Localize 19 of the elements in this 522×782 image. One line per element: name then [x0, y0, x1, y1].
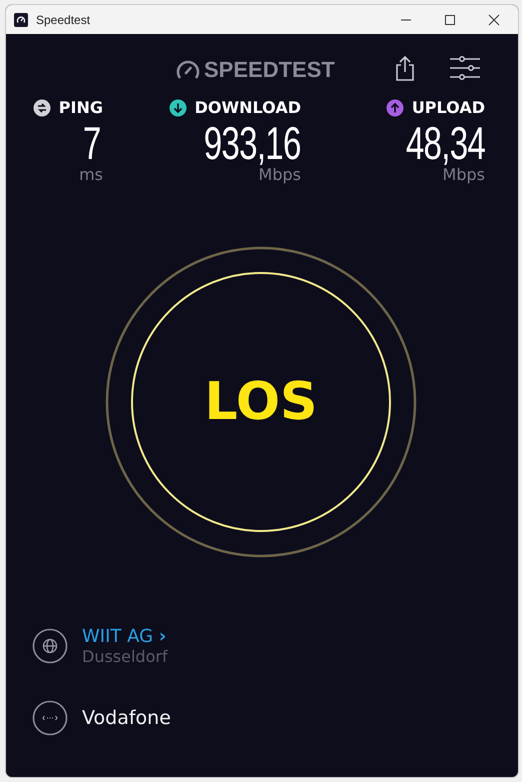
server-link[interactable]: WIIT AG ›: [82, 626, 168, 647]
window-title: Speedtest: [36, 12, 90, 26]
share-icon[interactable]: [394, 55, 415, 81]
logo-text: SPEEDTEST: [204, 57, 335, 83]
settings-icon[interactable]: [448, 56, 481, 80]
connection-icon: [32, 700, 68, 736]
upload-icon: [386, 98, 404, 116]
metric-label: DOWNLOAD: [194, 98, 301, 117]
metric-label: UPLOAD: [412, 98, 485, 117]
server-location: Dusseldorf: [82, 647, 168, 666]
close-button[interactable]: [488, 14, 500, 26]
provider-name: Vodafone: [82, 707, 171, 729]
app-icon: [14, 12, 28, 26]
download-icon: [168, 98, 187, 116]
globe-icon: [32, 628, 68, 664]
maximize-button[interactable]: [444, 14, 456, 26]
ping-icon: [32, 98, 51, 116]
gauge-icon: [176, 60, 200, 80]
metric-label: PING: [58, 98, 103, 117]
